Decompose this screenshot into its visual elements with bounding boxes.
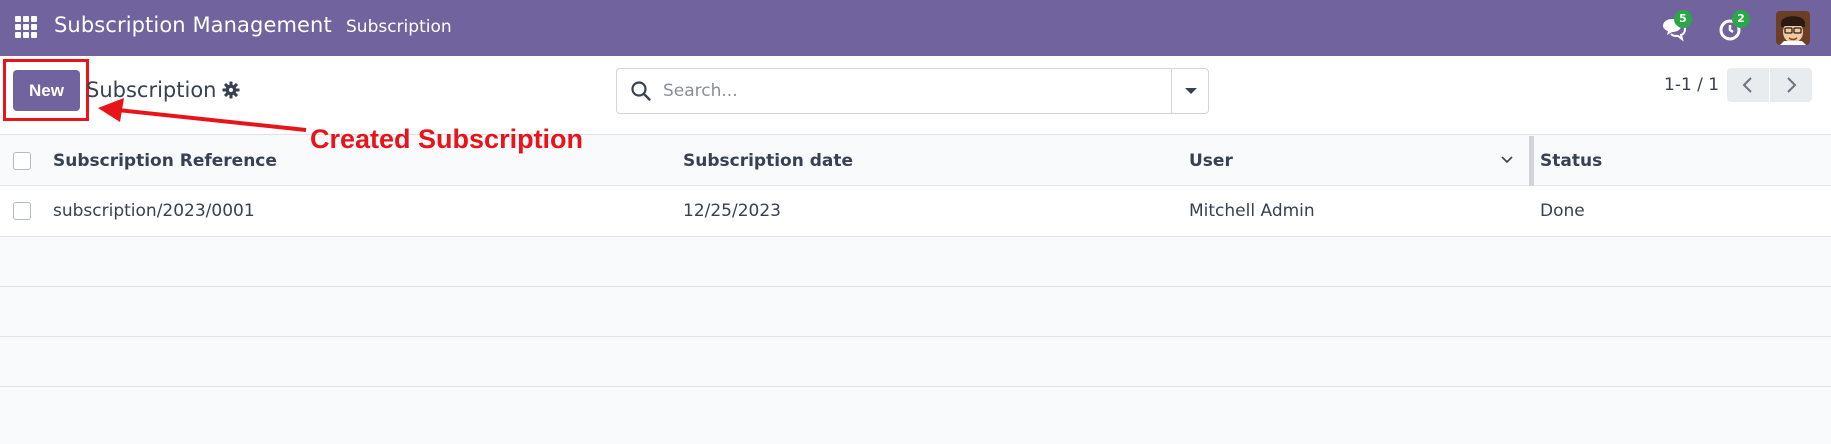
menu-item-subscription[interactable]: Subscription (346, 17, 452, 37)
cell-reference: subscription/2023/0001 (53, 201, 255, 221)
annotation-highlight-box (3, 59, 89, 121)
caret-down-icon (1184, 88, 1197, 94)
search-options-toggle[interactable] (1171, 69, 1209, 113)
control-panel: New Subscription 1-1 / 1 (0, 56, 1831, 135)
empty-table-row (0, 337, 1831, 387)
user-avatar[interactable] (1776, 11, 1810, 45)
cell-user: Mitchell Admin (1189, 201, 1315, 221)
cell-status: Done (1540, 201, 1585, 221)
column-header-status[interactable]: Status (1540, 151, 1602, 171)
chevron-left-icon (1742, 77, 1752, 93)
row-checkbox[interactable] (13, 202, 31, 220)
apps-menu-icon[interactable] (15, 16, 37, 38)
select-all-checkbox[interactable] (13, 152, 31, 170)
messages-button[interactable]: 5 (1660, 10, 1692, 44)
messages-count-badge: 5 (1674, 10, 1692, 28)
column-header-user[interactable]: User (1189, 151, 1233, 171)
activities-count-badge: 2 (1732, 10, 1750, 28)
table-header: Subscription Reference Subscription date… (0, 136, 1831, 186)
subscription-list-table: Subscription Reference Subscription date… (0, 136, 1831, 387)
table-row[interactable]: subscription/2023/0001 12/25/2023 Mitche… (0, 186, 1831, 237)
cell-date: 12/25/2023 (683, 201, 781, 221)
chevron-right-icon (1787, 77, 1797, 93)
search-input[interactable] (663, 78, 1143, 104)
activities-button[interactable]: 2 (1718, 10, 1750, 44)
search-icon (631, 81, 651, 101)
column-header-reference[interactable]: Subscription Reference (53, 151, 277, 171)
column-header-date[interactable]: Subscription date (683, 151, 853, 171)
annotation-label: Created Subscription (310, 124, 584, 154)
empty-table-row (0, 287, 1831, 337)
empty-table-row (0, 237, 1831, 287)
app-title[interactable]: Subscription Management (54, 13, 332, 37)
chevron-down-icon[interactable] (1500, 153, 1514, 167)
breadcrumb: Subscription (86, 78, 217, 102)
search-bar (616, 68, 1209, 114)
avatar-face-icon (1776, 11, 1810, 45)
column-resize-handle[interactable] (1529, 136, 1534, 186)
pager-previous-button[interactable] (1727, 68, 1769, 102)
pager-next-button[interactable] (1770, 68, 1812, 102)
gear-icon[interactable] (222, 81, 240, 99)
top-navbar: Subscription Management Subscription 5 2 (0, 0, 1831, 56)
pager-value[interactable]: 1-1 / 1 (1664, 75, 1719, 95)
